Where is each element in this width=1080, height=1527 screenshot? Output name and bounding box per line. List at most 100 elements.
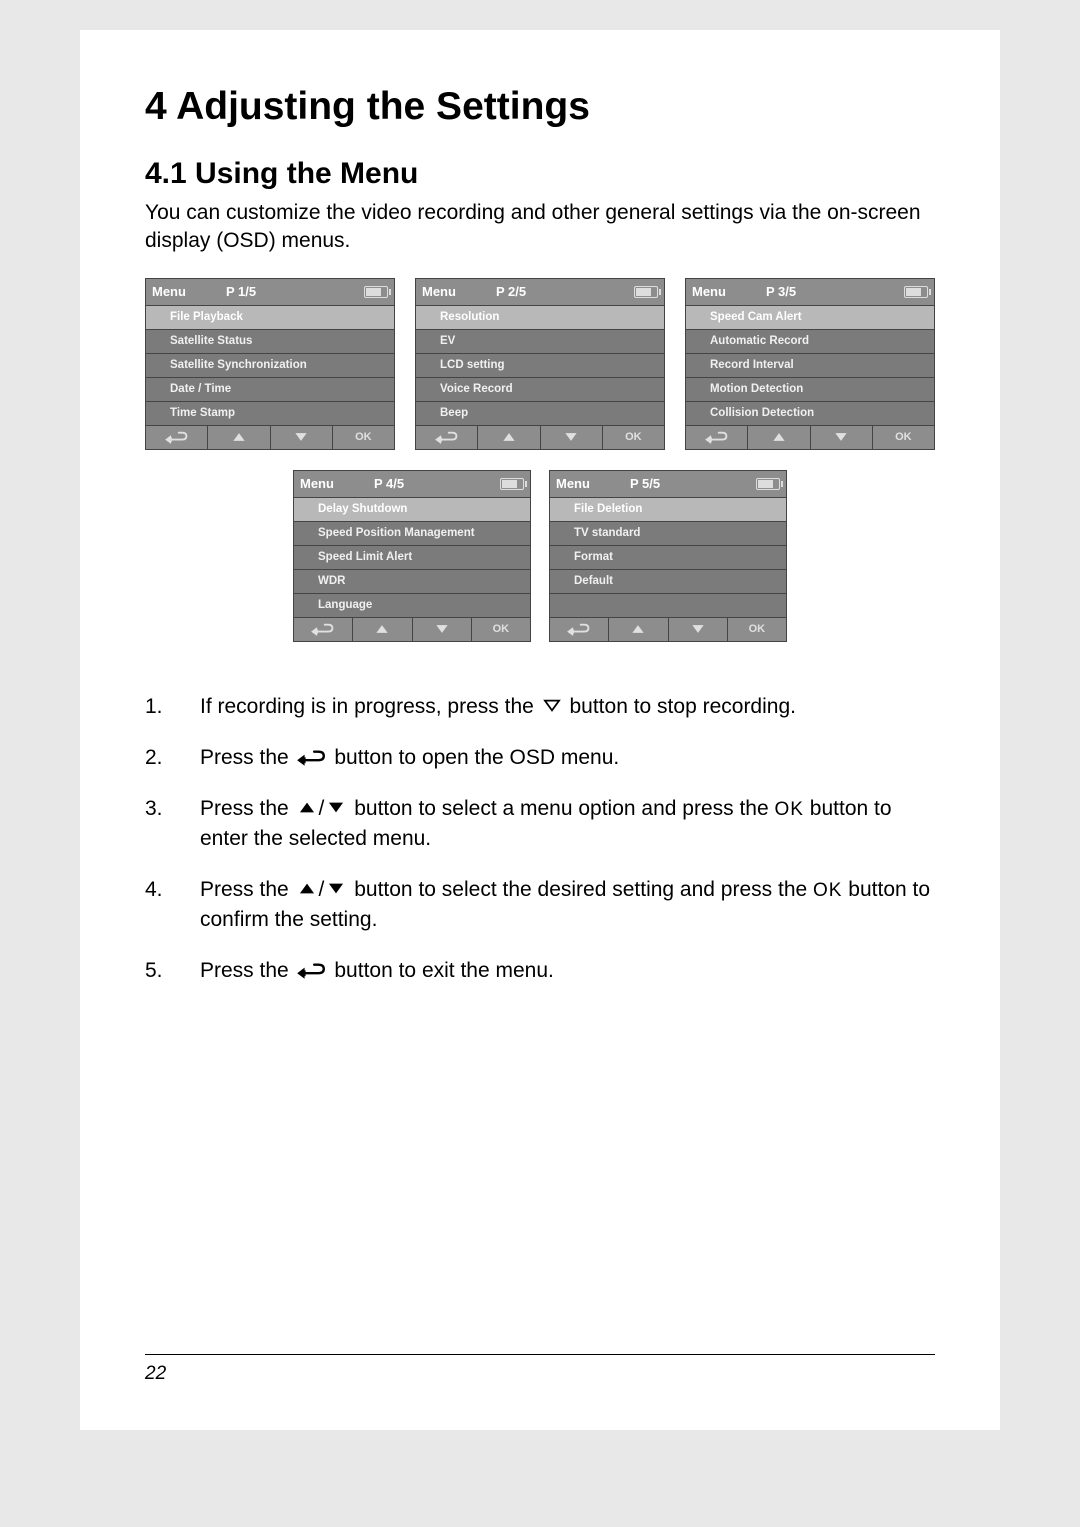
menu-footer: OK [686,425,934,449]
ok-icon: OK [813,880,842,901]
footer-divider [145,1354,935,1355]
battery-icon [904,286,928,298]
instruction-step: 2.Press the button to open the OSD menu. [145,743,935,772]
menu-header: Menu P 3/5 [686,279,934,305]
menu-item: File Playback [146,305,394,329]
ok-button-label: OK [728,618,786,641]
down-icon [326,800,346,815]
step-text: If recording is in progress, press the b… [200,692,935,721]
menu-title: Menu [300,476,334,491]
ok-icon: OK [775,799,804,820]
osd-menu-screen: Menu P 1/5 File PlaybackSatellite Status… [145,278,395,450]
down-icon [669,618,728,641]
osd-menu-screen: Menu P 3/5 Speed Cam AlertAutomatic Reco… [685,278,935,450]
up-icon [609,618,668,641]
down-icon [413,618,472,641]
menu-item: EV [416,329,664,353]
menu-footer: OK [416,425,664,449]
menu-title: Menu [556,476,590,491]
step-text: Press the button to exit the menu. [200,956,935,985]
down-icon [811,426,873,449]
menu-item: Language [294,593,530,617]
menu-item: Default [550,569,786,593]
menu-screens-bottom-row: Menu P 4/5 Delay ShutdownSpeed Position … [145,470,935,642]
up-icon [208,426,270,449]
back-icon [686,426,748,449]
battery-icon [634,286,658,298]
down-icon [542,698,562,713]
page-number: 22 [145,1363,166,1385]
menu-item: WDR [294,569,530,593]
step-number: 1. [145,692,200,721]
menu-title: Menu [692,284,726,299]
battery-icon [364,286,388,298]
menu-footer: OK [550,617,786,641]
instruction-steps: 1.If recording is in progress, press the… [145,692,935,986]
menu-title: Menu [152,284,186,299]
menu-item: LCD setting [416,353,664,377]
menu-header: Menu P 2/5 [416,279,664,305]
menu-screens-top-row: Menu P 1/5 File PlaybackSatellite Status… [145,278,935,450]
menu-item: Beep [416,401,664,425]
ok-button-label: OK [603,426,664,449]
osd-menu-screen: Menu P 2/5 ResolutionEVLCD settingVoice … [415,278,665,450]
step-number: 2. [145,743,200,772]
menu-item: Speed Position Management [294,521,530,545]
menu-item: Voice Record [416,377,664,401]
menu-item: Time Stamp [146,401,394,425]
menu-header: Menu P 4/5 [294,471,530,497]
ok-button-label: OK [873,426,934,449]
menu-page-indicator: P 3/5 [766,284,904,299]
down-icon [541,426,603,449]
menu-item: Speed Limit Alert [294,545,530,569]
menu-footer: OK [294,617,530,641]
menu-item: Satellite Status [146,329,394,353]
section-heading: 4.1 Using the Menu [145,157,935,191]
intro-paragraph: You can customize the video recording an… [145,199,935,256]
menu-item: Speed Cam Alert [686,305,934,329]
osd-menu-screen: Menu P 5/5 File DeletionTV standardForma… [549,470,787,642]
menu-item [550,593,786,617]
document-page: 4 Adjusting the Settings 4.1 Using the M… [80,30,1000,1430]
down-icon [326,881,346,896]
down-icon [271,426,333,449]
up-icon [748,426,810,449]
step-text: Press the button to open the OSD menu. [200,743,935,772]
battery-icon [756,478,780,490]
step-text: Press the / button to select the desired… [200,875,935,934]
up-icon [353,618,412,641]
menu-item: Collision Detection [686,401,934,425]
menu-item: Date / Time [146,377,394,401]
ok-button-label: OK [333,426,394,449]
menu-item: Delay Shutdown [294,497,530,521]
back-icon [416,426,478,449]
step-number: 4. [145,875,200,934]
return-icon [297,961,327,979]
ok-button-label: OK [472,618,530,641]
instruction-step: 3.Press the / button to select a menu op… [145,794,935,853]
battery-icon [500,478,524,490]
up-icon [297,881,317,896]
menu-header: Menu P 5/5 [550,471,786,497]
menu-item: Record Interval [686,353,934,377]
step-number: 3. [145,794,200,853]
menu-item: TV standard [550,521,786,545]
step-number: 5. [145,956,200,985]
up-icon [478,426,540,449]
menu-page-indicator: P 1/5 [226,284,364,299]
osd-menu-screen: Menu P 4/5 Delay ShutdownSpeed Position … [293,470,531,642]
menu-page-indicator: P 2/5 [496,284,634,299]
menu-item: Motion Detection [686,377,934,401]
menu-item: Resolution [416,305,664,329]
menu-page-indicator: P 4/5 [374,476,500,491]
menu-title: Menu [422,284,456,299]
instruction-step: 4.Press the / button to select the desir… [145,875,935,934]
menu-item: File Deletion [550,497,786,521]
menu-header: Menu P 1/5 [146,279,394,305]
menu-item: Automatic Record [686,329,934,353]
menu-item: Satellite Synchronization [146,353,394,377]
step-text: Press the / button to select a menu opti… [200,794,935,853]
back-icon [550,618,609,641]
back-icon [294,618,353,641]
up-icon [297,800,317,815]
